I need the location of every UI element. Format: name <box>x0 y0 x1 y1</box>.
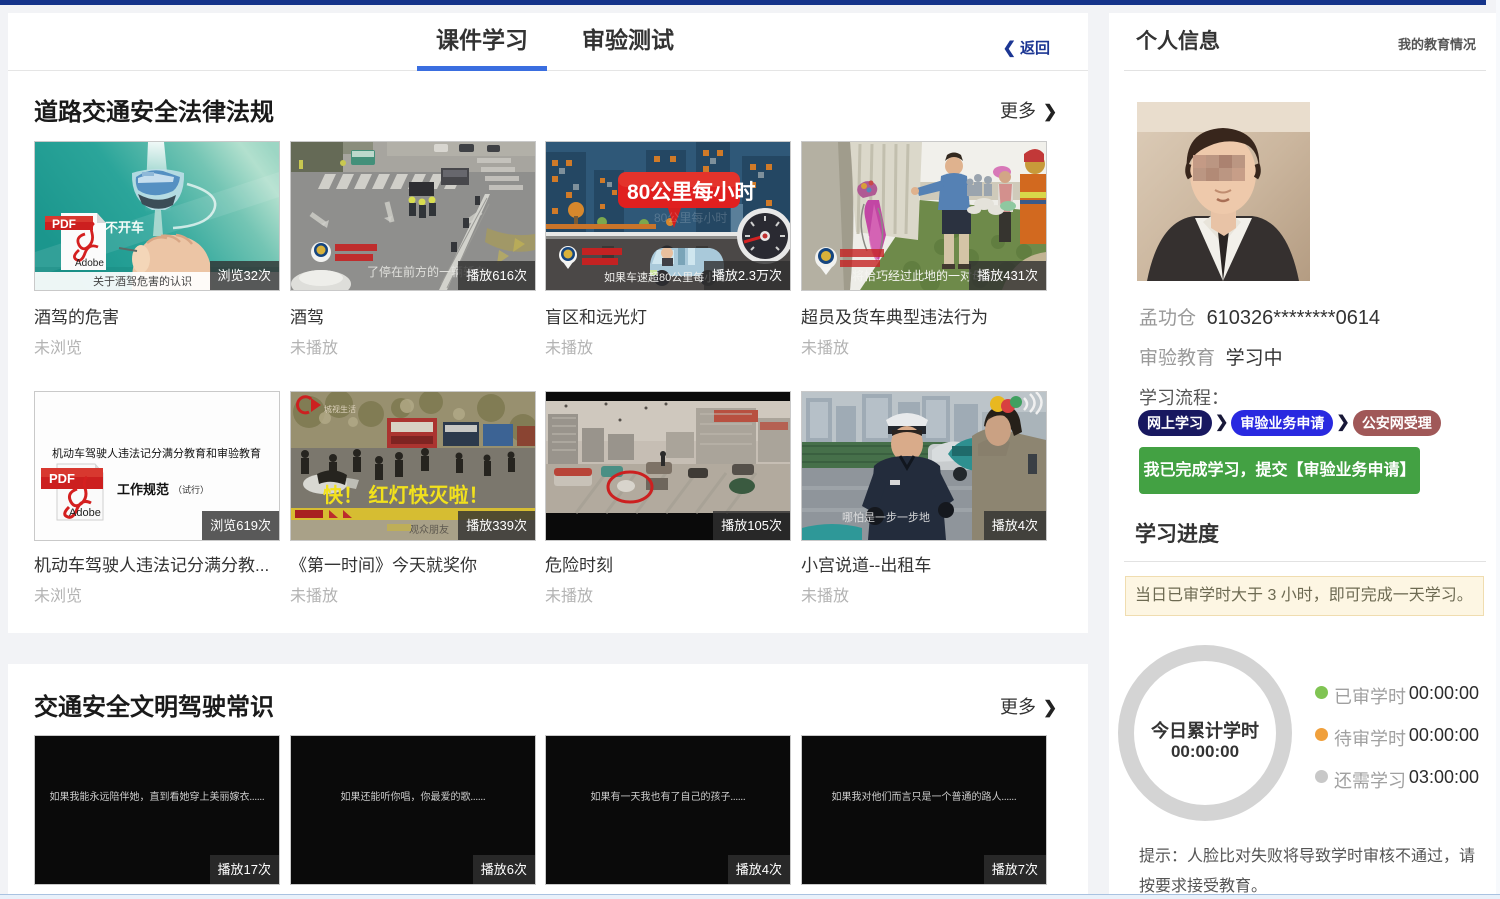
svg-text:快！ 红灯快灭啦！: 快！ 红灯快灭啦！ <box>323 483 489 507</box>
svg-text:工作规范: 工作规范 <box>117 482 169 497</box>
svg-text:（试行）: （试行） <box>173 484 209 495</box>
svg-text:不开车: 不开车 <box>105 220 144 235</box>
svg-text:关于酒驾危害的认识: 关于酒驾危害的认识 <box>93 274 192 288</box>
svg-text:PDF: PDF <box>52 217 76 231</box>
svg-text:80公里每小时: 80公里每小时 <box>654 210 727 225</box>
svg-text:Adobe: Adobe <box>75 258 104 269</box>
svg-text:Adobe: Adobe <box>69 507 101 519</box>
svg-text:80公里每小时: 80公里每小时 <box>627 180 755 204</box>
svg-text:机动车驾驶人违法记分满分教育和审验教育: 机动车驾驶人违法记分满分教育和审验教育 <box>52 446 261 460</box>
svg-text:哪怕是一步一步地: 哪怕是一步一步地 <box>842 511 930 524</box>
svg-text:PDF: PDF <box>49 471 75 486</box>
svg-text:城视生活: 城视生活 <box>324 404 356 414</box>
svg-text:观众朋友: 观众朋友 <box>409 523 449 536</box>
